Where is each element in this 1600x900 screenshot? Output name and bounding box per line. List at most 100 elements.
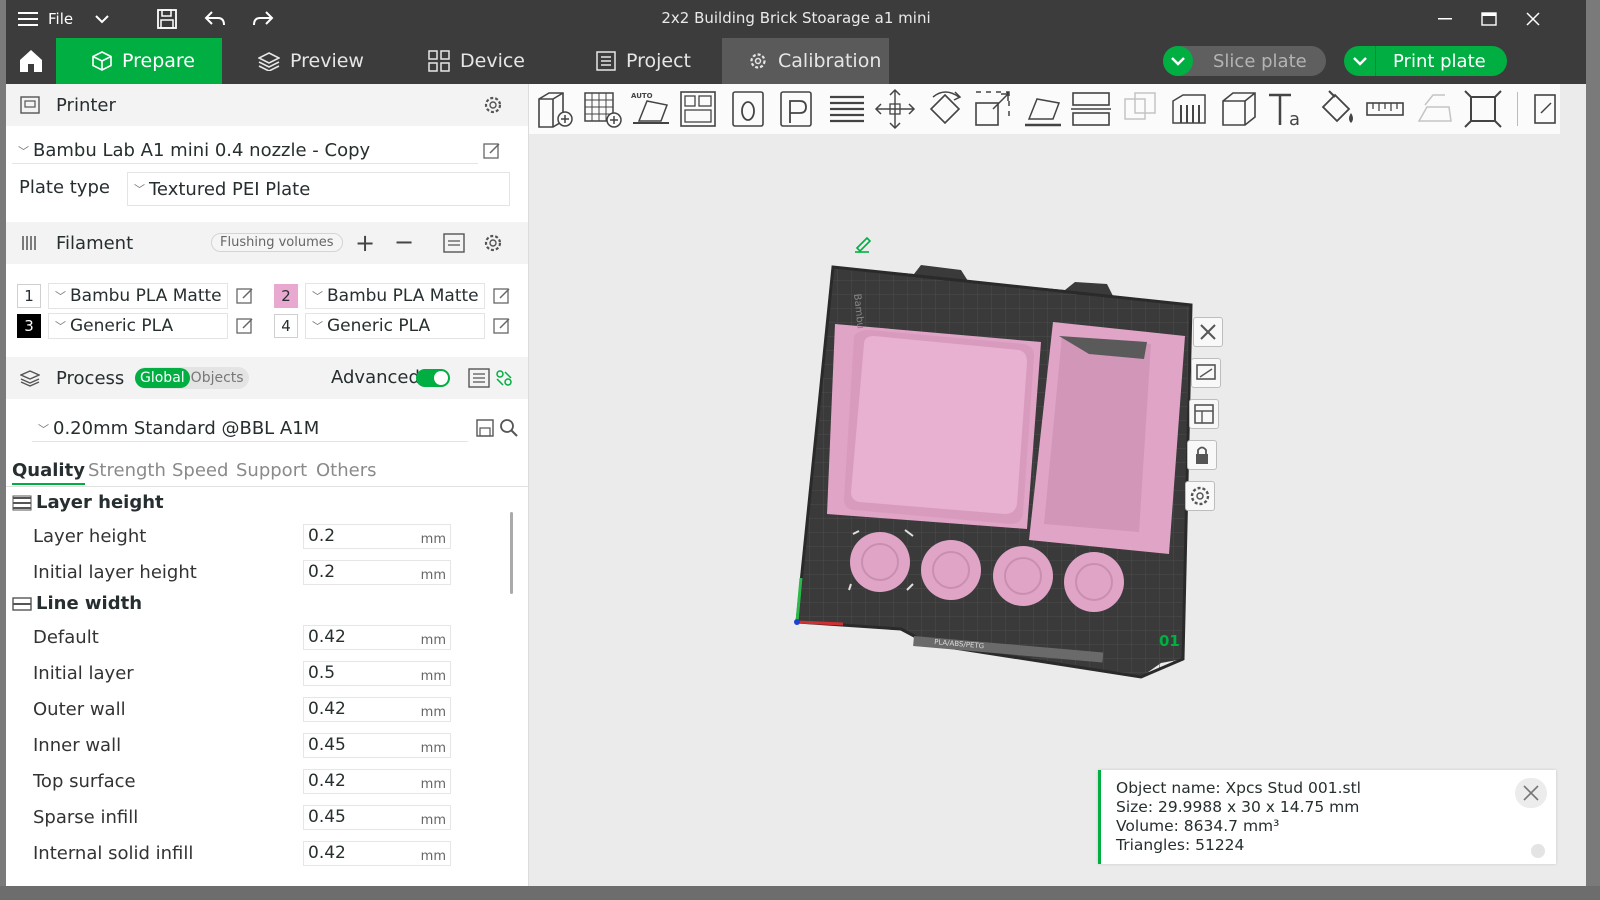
arrange-tool-icon[interactable] <box>677 87 721 131</box>
3d-viewport[interactable]: PLA/ABS/PETG Bambu 01 Object name: Xpcs … <box>529 84 1560 886</box>
tab-others[interactable]: Others <box>316 460 377 481</box>
sync-filament-icon[interactable] <box>443 233 465 253</box>
tab-quality[interactable]: Quality <box>12 460 85 485</box>
edit-filament-3-icon[interactable] <box>235 316 255 336</box>
remove-filament-icon[interactable]: − <box>394 228 414 256</box>
color-painting-icon[interactable] <box>1315 87 1359 131</box>
plate-type-label: Plate type <box>19 177 110 198</box>
edit-filament-4-icon[interactable] <box>492 316 512 336</box>
filament-slot-3-number[interactable]: 3 <box>17 314 41 338</box>
split-to-parts-icon[interactable] <box>775 87 819 131</box>
lay-on-face-icon[interactable] <box>1021 87 1065 131</box>
setting-value-input[interactable]: 0.42 mm <box>303 625 451 650</box>
lock-plate-icon[interactable] <box>1187 440 1217 470</box>
save-preset-icon[interactable] <box>476 419 494 437</box>
auto-orient-icon[interactable] <box>1191 358 1221 388</box>
chevron-down-icon: ﹀ <box>55 290 66 303</box>
flushing-volumes-button[interactable]: Flushing volumes <box>211 233 343 252</box>
variable-layer-height-icon[interactable] <box>825 87 869 131</box>
support-painting-icon[interactable] <box>1167 87 1211 131</box>
objects-option[interactable]: Objects <box>190 368 249 388</box>
setting-value-input[interactable]: 0.42 mm <box>303 769 451 794</box>
split-to-objects-icon[interactable] <box>727 87 771 131</box>
printer-section-header: Printer <box>6 84 528 126</box>
edit-printer-icon[interactable] <box>482 141 502 161</box>
auto-orient-tool-icon[interactable]: AUTO <box>629 87 673 131</box>
add-object-icon[interactable] <box>533 87 577 131</box>
setting-value-input[interactable]: 0.5 mm <box>303 661 451 686</box>
filament-slot-1-number[interactable]: 1 <box>17 284 41 308</box>
printer-preset-select[interactable]: ﹀ Bambu Lab A1 mini 0.4 nozzle - Copy <box>12 138 478 164</box>
home-button[interactable] <box>6 38 56 84</box>
tab-speed[interactable]: Speed <box>172 460 228 481</box>
global-option[interactable]: Global <box>135 368 190 388</box>
close-window-icon[interactable] <box>1518 4 1548 34</box>
global-objects-toggle[interactable]: Global Objects <box>135 367 249 389</box>
maximize-icon[interactable] <box>1474 4 1504 34</box>
slice-plate-button[interactable]: Slice plate <box>1163 46 1326 76</box>
filament-slot-4-number[interactable]: 4 <box>274 314 298 338</box>
measure-icon[interactable] <box>1363 87 1407 131</box>
edit-plate-name-icon[interactable] <box>855 236 872 253</box>
filament-settings-icon[interactable] <box>483 233 503 253</box>
object-name: Object name: Xpcs Stud 001.stl <box>1116 779 1361 797</box>
edit-filament-1-icon[interactable] <box>235 286 255 306</box>
close-info-button[interactable] <box>1515 778 1547 808</box>
add-filament-icon[interactable]: + <box>355 229 375 257</box>
advanced-label: Advanced <box>331 367 420 388</box>
move-icon[interactable] <box>873 87 917 131</box>
boolean-icon[interactable] <box>1119 87 1163 131</box>
tab-preview[interactable]: Preview <box>222 38 392 84</box>
tab-support[interactable]: Support <box>236 460 307 481</box>
add-plate-icon[interactable] <box>581 87 625 131</box>
process-list-icon[interactable] <box>468 368 490 388</box>
filament-slot-1-select[interactable]: ﹀ Bambu PLA Matte <box>48 283 228 309</box>
search-icon[interactable] <box>499 418 519 438</box>
tab-project-label: Project <box>626 50 692 72</box>
slice-dropdown-icon[interactable] <box>1163 46 1193 76</box>
edit-filament-2-icon[interactable] <box>492 286 512 306</box>
assembly-icon[interactable] <box>1413 87 1457 131</box>
scale-icon[interactable] <box>971 87 1015 131</box>
tab-project[interactable]: Project <box>560 38 722 84</box>
setting-value-input[interactable]: 0.2 mm <box>303 524 451 549</box>
minimize-icon[interactable] <box>1430 4 1460 34</box>
setting-value-input[interactable]: 0.45 mm <box>303 805 451 830</box>
printer-settings-icon[interactable] <box>483 95 503 115</box>
fit-view-icon[interactable] <box>1461 87 1505 131</box>
setting-label: Initial layer height <box>33 562 197 583</box>
filament-slot-4-select[interactable]: ﹀ Generic PLA <box>305 313 485 339</box>
remove-plate-icon[interactable] <box>1193 317 1223 347</box>
printer-icon <box>20 96 40 114</box>
filament-slot-2-number[interactable]: 2 <box>274 284 298 308</box>
viewport-scrollbar[interactable] <box>1560 84 1586 886</box>
setting-value-input[interactable]: 0.42 mm <box>303 697 451 722</box>
plate-settings-icon[interactable] <box>1185 481 1215 511</box>
settings-scrollbar[interactable] <box>510 512 513 594</box>
process-compare-icon[interactable] <box>495 369 513 387</box>
plate-type-select[interactable]: ﹀ Textured PEI Plate <box>127 172 510 206</box>
rotate-icon[interactable] <box>923 87 967 131</box>
process-preset-select[interactable]: ﹀ 0.20mm Standard @BBL A1M <box>32 416 468 442</box>
setting-label: Inner wall <box>33 735 122 756</box>
arrange-icon[interactable] <box>1189 399 1219 429</box>
build-plate-scene[interactable]: PLA/ABS/PETG Bambu 01 <box>529 84 1560 886</box>
filament-slot-3-select[interactable]: ﹀ Generic PLA <box>48 313 228 339</box>
cut-icon[interactable] <box>1069 87 1113 131</box>
setting-row-default: Default 0.42 mm <box>6 621 506 657</box>
setting-value-input[interactable]: 0.45 mm <box>303 733 451 758</box>
collapse-info-icon[interactable] <box>1531 844 1545 858</box>
more-tools-icon[interactable] <box>1529 87 1560 131</box>
setting-value-input[interactable]: 0.42 mm <box>303 841 451 866</box>
seam-painting-icon[interactable] <box>1217 87 1261 131</box>
tab-device[interactable]: Device <box>392 38 560 84</box>
print-dropdown-icon[interactable] <box>1344 46 1376 76</box>
filament-slot-2-select[interactable]: ﹀ Bambu PLA Matte <box>305 283 485 309</box>
tab-prepare[interactable]: Prepare <box>56 38 222 84</box>
setting-value-input[interactable]: 0.2 mm <box>303 560 451 585</box>
advanced-toggle[interactable] <box>416 369 450 387</box>
tab-calibration[interactable]: Calibration <box>722 38 889 84</box>
tab-strength[interactable]: Strength <box>88 460 166 481</box>
print-plate-button[interactable]: Print plate <box>1344 46 1507 76</box>
text-tool-icon[interactable]: a <box>1265 87 1309 131</box>
